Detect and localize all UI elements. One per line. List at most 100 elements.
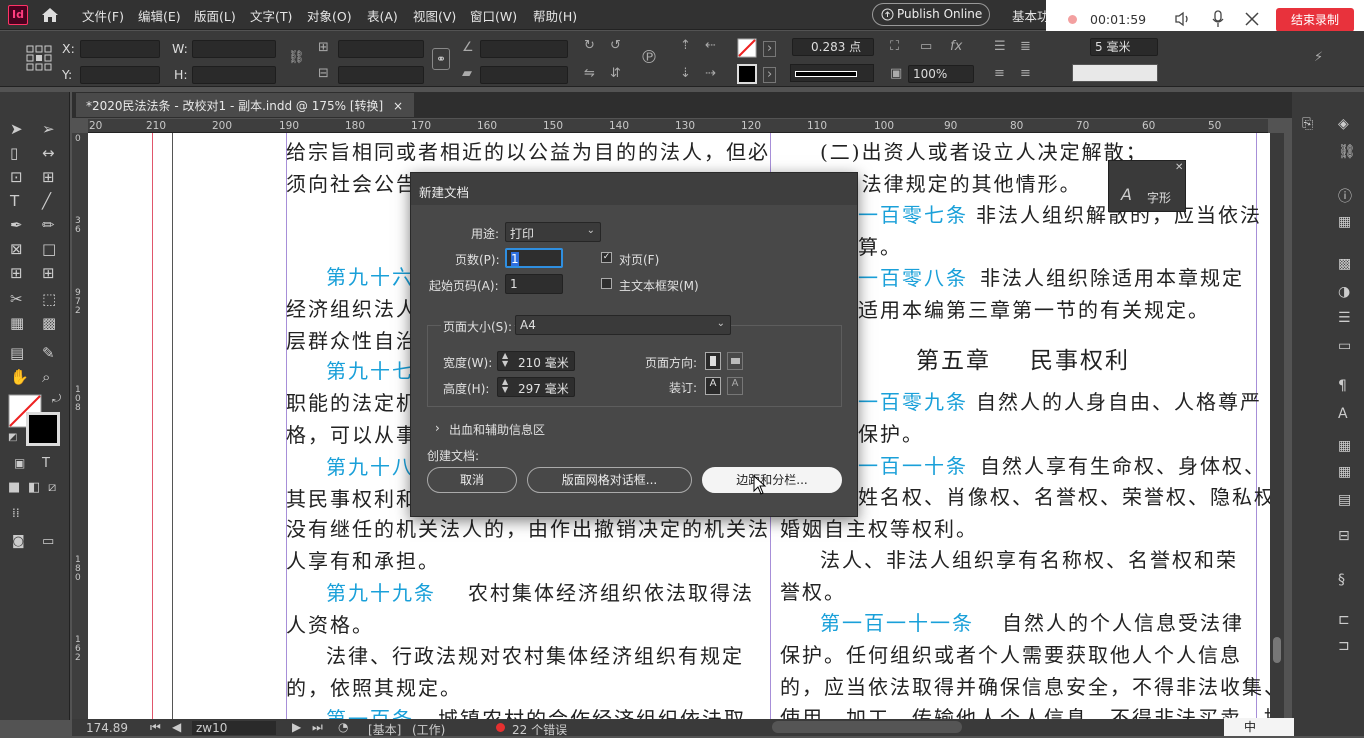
object-style-select[interactable] [1072,64,1158,82]
w-field[interactable] [192,40,276,58]
stepper-icon[interactable]: ▲ ▼ [502,378,508,394]
y-field[interactable] [80,66,160,84]
stroke-type-select[interactable] [790,64,874,82]
drop-shadow-icon[interactable]: ▭ [920,40,932,54]
align-panel-icon[interactable]: ⊟ [1338,528,1350,544]
menu-file[interactable]: 文件(F) [82,6,124,25]
distribute2-icon[interactable]: ≡ [1020,67,1031,81]
gap-tool-icon[interactable]: ↔ [42,144,55,162]
hand-tool-icon[interactable]: ✋ [10,368,29,386]
end-recording-button[interactable]: 结束录制 [1276,8,1354,32]
opacity-field[interactable]: 100% [908,65,974,83]
links-icon[interactable]: ⛓ [1338,144,1356,160]
table-icon[interactable]: ▦ [1338,438,1351,454]
publish-online-button[interactable]: Publish Online [872,3,990,26]
note-tool-icon[interactable]: ▤ [10,344,24,362]
apply-none-icon[interactable]: ⧄ [48,480,56,495]
menu-view[interactable]: 视图(V) [413,6,456,25]
page-number-field[interactable]: zw10 [192,721,276,735]
fill-menu-icon[interactable]: › [763,41,777,57]
vertical-scrollbar[interactable] [1270,133,1284,719]
content-placer-icon[interactable]: ⊞ [42,168,55,186]
panel-icon[interactable]: ⎘ [1302,116,1313,132]
select-next-icon[interactable]: ⇢ [705,67,716,81]
grid-tool-icon[interactable]: ⊞ [10,264,23,282]
frame-fitting-icon[interactable]: ⛶ [890,40,899,54]
tab-close-icon[interactable]: × [393,99,403,113]
select-container-icon[interactable]: ⇡ [680,39,691,53]
stroke-menu-icon[interactable]: › [763,67,777,83]
preflight-work[interactable]: (工作) [412,721,445,738]
width-input[interactable]: ▲ ▼ 210 毫米 [497,351,575,371]
selection-tool-icon[interactable]: ➤ [10,120,23,138]
horizontal-scrollbar-thumb[interactable] [772,721,962,733]
rotate-ccw-icon[interactable]: ↺ [610,39,621,53]
landscape-icon[interactable] [727,352,743,370]
microphone-icon[interactable] [1210,10,1226,28]
default-colors-icon[interactable]: ◩ [8,432,17,443]
direct-selection-tool-icon[interactable]: ➢ [42,120,55,138]
gradient-swatch-tool-icon[interactable]: ▦ [10,314,24,332]
preview-view-icon[interactable]: ▭ [42,534,54,549]
menu-help[interactable]: 帮助(H) [533,6,577,25]
stroke-swatch[interactable] [737,64,757,84]
menu-object[interactable]: 对象(O) [307,6,352,25]
distribute-icon[interactable]: ≡ [994,67,1005,81]
rectangle-tool-icon[interactable]: □ [42,240,56,258]
scissors-tool-icon[interactable]: ✂ [10,290,23,308]
home-icon[interactable] [40,6,60,24]
zoom-level[interactable]: 174.89 [86,721,128,735]
rotate-field[interactable] [480,40,568,58]
pages-icon[interactable]: ▦ [1338,214,1351,230]
margins-columns-button[interactable]: 边距和分栏... [702,467,842,493]
quick-apply-icon[interactable]: ⚡ [1314,51,1323,65]
ime-indicator[interactable]: 中 [1224,718,1294,736]
frame-grid-tool-icon[interactable]: ⊞ [42,264,55,282]
facing-pages-checkbox[interactable]: ✓ [601,252,612,263]
color-icon[interactable]: ◑ [1338,284,1350,300]
rectangle-frame-tool-icon[interactable]: ⊠ [10,240,23,258]
app-logo[interactable]: Id [8,5,28,25]
character-styles-icon[interactable]: A [1338,406,1348,422]
constrain-proportions-icon[interactable]: ⛓ [288,51,305,65]
paragraph-styles-icon[interactable]: ¶ [1338,378,1347,394]
shear-field[interactable] [480,66,568,84]
mode-icon[interactable]: ⁞⁞ [12,506,20,520]
scale-y-field[interactable] [338,66,424,84]
pages-input[interactable]: 1 [505,248,563,268]
gradient-icon[interactable]: ▭ [1338,338,1351,354]
close-icon[interactable] [1244,11,1260,27]
eyedropper-tool-icon[interactable]: ✎ [42,344,55,362]
apply-color-icon[interactable]: ■ [8,480,20,495]
reference-point-icon[interactable] [26,45,52,71]
swatches-icon[interactable]: ▩ [1338,256,1351,272]
stroke-weight-field[interactable]: 0.283 点 [792,38,874,56]
start-page-input[interactable]: 1 [505,274,563,294]
stroke-color-icon[interactable] [26,412,60,446]
preflight-base[interactable]: [基本] [368,721,401,738]
pencil-tool-icon[interactable]: ✏ [42,216,55,234]
menu-type[interactable]: 文字(T) [250,6,292,25]
flip-h-icon[interactable]: ⇋ [584,67,595,81]
portrait-icon[interactable] [705,352,721,370]
menu-edit[interactable]: 编辑(E) [138,6,181,25]
align-icon[interactable]: ☰ [994,40,1006,54]
swap-colors-icon[interactable]: ⤾ [52,392,61,406]
height-input[interactable]: ▲ ▼ 297 毫米 [497,377,575,397]
line-tool-icon[interactable]: ╱ [42,192,51,210]
stroke-icon[interactable]: ☰ [1338,310,1351,326]
h-field[interactable] [192,66,276,84]
menu-table[interactable]: 表(A) [367,6,398,25]
layers-icon[interactable]: ◈ [1338,116,1349,132]
speaker-icon[interactable] [1174,11,1192,27]
effects-panel-icon[interactable]: § [1338,572,1345,588]
text-wrap-icon[interactable]: ▤ [1338,492,1351,508]
preflight-errors[interactable]: 22 个错误 [512,721,567,738]
apply-gradient-icon[interactable]: ◧ [28,480,40,495]
formatting-text-icon[interactable]: T [42,456,50,471]
bleed-label[interactable]: 出血和辅助信息区 [449,421,545,438]
layout-grid-button[interactable]: 版面网格对话框... [527,467,692,493]
next-page-icon[interactable]: ▶ [292,720,301,734]
pathfinder-icon[interactable]: ⊏ [1338,612,1350,628]
first-page-icon[interactable]: ⏮ [150,720,161,735]
